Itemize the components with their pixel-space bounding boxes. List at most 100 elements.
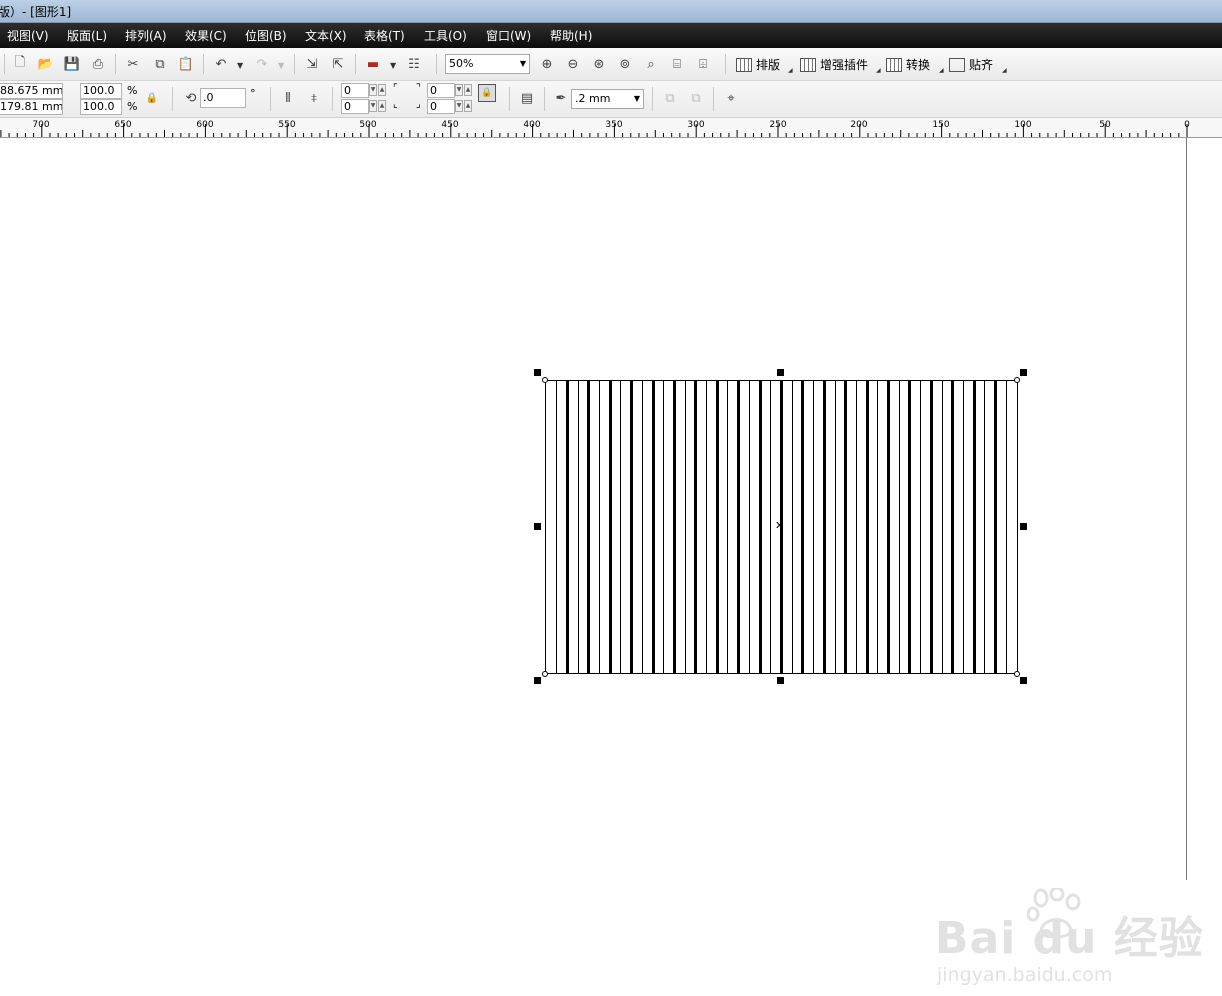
snap-plugin-button[interactable]: 贴齐 xyxy=(949,56,993,73)
corner-lock-icon[interactable]: 🔒 xyxy=(478,84,496,102)
convert-plugin-button[interactable]: 转换 xyxy=(886,56,930,73)
cut-icon[interactable]: ✂ xyxy=(123,54,143,74)
application-launcher-icon[interactable]: ▬ xyxy=(363,54,383,74)
zoom-in-icon[interactable]: ⊕ xyxy=(537,54,557,74)
property-bar: 88.675 mm 179.81 mm 100.0 100.0 % % 🔒 ⟲ … xyxy=(0,81,1222,118)
corner-bottom-left-field[interactable]: 0 xyxy=(341,99,369,114)
drawing-canvas[interactable]: ✕ Bai du 经验 jingyan.baidu.com xyxy=(0,138,1222,986)
stripe-line xyxy=(855,381,857,673)
to-back-icon[interactable]: ⧉ xyxy=(686,88,706,108)
ruler-label: 0 xyxy=(1184,120,1190,130)
save-icon[interactable]: 💾 xyxy=(62,54,82,74)
selection-handle-top-right[interactable] xyxy=(1020,369,1027,376)
stripe-line xyxy=(748,381,750,673)
corner-node[interactable] xyxy=(542,671,548,677)
menu-help[interactable]: 帮助(H) xyxy=(550,27,592,44)
corner-node[interactable] xyxy=(542,377,548,383)
stripe-line xyxy=(962,381,964,673)
stripe-line xyxy=(994,381,998,673)
corner-tl-spin-up-icon[interactable]: ▲ xyxy=(378,84,386,96)
undo-dropdown-icon[interactable]: ▼ xyxy=(237,61,243,70)
object-width-field[interactable]: 88.675 mm xyxy=(0,83,63,99)
outline-width-combobox[interactable]: .2 mm ▼ xyxy=(571,89,644,109)
stripe-line xyxy=(1005,381,1007,673)
wrap-paragraph-text-icon[interactable]: ▤ xyxy=(517,88,537,108)
corner-br-spin-down-icon[interactable]: ▼ xyxy=(455,100,463,112)
rotate-icon[interactable]: ⟲ xyxy=(181,88,201,108)
zoom-page-icon[interactable]: ⌕ xyxy=(641,54,661,74)
enhance-plugin-button[interactable]: 增强插件 xyxy=(800,56,868,73)
horizontal-ruler[interactable]: 700 650 600 550 500 450 400 350 300 250 … xyxy=(0,118,1222,138)
convert-plugin-icon xyxy=(886,57,902,72)
selection-handle-right[interactable] xyxy=(1020,523,1027,530)
paste-icon[interactable]: 📋 xyxy=(176,54,196,74)
menu-view[interactable]: 视图(V) xyxy=(7,27,49,44)
copy-icon[interactable]: ⧉ xyxy=(150,54,170,74)
zoom-selected-icon[interactable]: ⊛ xyxy=(589,54,609,74)
corner-br-spin-up-icon[interactable]: ▲ xyxy=(464,100,472,112)
corner-tl-spin-down-icon[interactable]: ▼ xyxy=(369,84,377,96)
stripe-line xyxy=(941,381,943,673)
undo-icon[interactable]: ↶ xyxy=(211,54,231,74)
corner-node[interactable] xyxy=(1014,377,1020,383)
corner-bl-spin-down-icon[interactable]: ▼ xyxy=(369,100,377,112)
menu-text[interactable]: 文本(X) xyxy=(305,27,347,44)
page-border xyxy=(1186,138,1187,880)
stripe-line xyxy=(877,381,879,673)
launcher-dropdown-icon[interactable]: ▼ xyxy=(390,61,396,70)
corner-bl-spin-up-icon[interactable]: ▲ xyxy=(378,100,386,112)
import-icon[interactable]: ⇲ xyxy=(302,54,322,74)
object-height-field[interactable]: 179.81 mm xyxy=(0,99,63,115)
menu-bitmaps[interactable]: 位图(B) xyxy=(245,27,287,44)
open-icon[interactable]: 📂 xyxy=(36,54,56,74)
selection-handle-bottom[interactable] xyxy=(777,677,784,684)
zoom-combobox[interactable]: 50% ▼ xyxy=(445,54,530,74)
zoom-out-icon[interactable]: ⊖ xyxy=(563,54,583,74)
scale-y-field[interactable]: 100.0 xyxy=(80,99,122,115)
corner-top-right-field[interactable]: 0 xyxy=(427,83,455,98)
convert-plugin-dropdown-icon[interactable]: ◢ xyxy=(939,67,944,74)
layout-plugin-button[interactable]: 排版 xyxy=(736,56,780,73)
enhance-plugin-dropdown-icon[interactable]: ◢ xyxy=(876,67,881,74)
menu-bar: 视图(V) 版面(L) 排列(A) 效果(C) 位图(B) 文本(X) 表格(T… xyxy=(0,23,1222,48)
menu-table[interactable]: 表格(T) xyxy=(364,27,405,44)
enhance-plugin-label: 增强插件 xyxy=(820,58,869,72)
menu-tools[interactable]: 工具(O) xyxy=(424,27,467,44)
to-front-icon[interactable]: ⧉ xyxy=(660,88,680,108)
menu-effects[interactable]: 效果(C) xyxy=(185,27,227,44)
mirror-vertical-icon[interactable]: ⧧ xyxy=(304,88,324,108)
selection-handle-bottom-left[interactable] xyxy=(534,677,541,684)
corner-bottom-right-field[interactable]: 0 xyxy=(427,99,455,114)
zoom-height-icon[interactable]: ⌹ xyxy=(693,54,713,74)
zoom-width-icon[interactable]: ⌸ xyxy=(667,54,687,74)
rotation-angle-field[interactable]: .0 xyxy=(200,88,246,108)
selection-handle-top[interactable] xyxy=(777,369,784,376)
scale-x-field[interactable]: 100.0 xyxy=(80,83,122,99)
redo-dropdown-icon[interactable]: ▼ xyxy=(278,61,284,70)
zoom-all-objects-icon[interactable]: ⊚ xyxy=(615,54,635,74)
lock-ratio-icon[interactable]: 🔒 xyxy=(142,88,162,108)
selection-handle-top-left[interactable] xyxy=(534,369,541,376)
corner-tr-spin-up-icon[interactable]: ▲ xyxy=(464,84,472,96)
menu-arrange[interactable]: 排列(A) xyxy=(125,27,167,44)
menu-window[interactable]: 窗口(W) xyxy=(486,27,531,44)
snap-plugin-dropdown-icon[interactable]: ◢ xyxy=(1002,67,1007,74)
redo-icon[interactable]: ↷ xyxy=(252,54,272,74)
selection-handle-left[interactable] xyxy=(534,523,541,530)
selection-handle-bottom-right[interactable] xyxy=(1020,677,1027,684)
stripe-line xyxy=(599,381,601,673)
stripe-line xyxy=(684,381,686,673)
corner-node[interactable] xyxy=(1014,671,1020,677)
menu-layout[interactable]: 版面(L) xyxy=(67,27,107,44)
mirror-horizontal-icon[interactable]: ⫴ xyxy=(278,88,298,108)
new-document-icon[interactable]: 🗋 xyxy=(10,54,30,74)
stripe-line xyxy=(715,381,719,673)
layout-plugin-dropdown-icon[interactable]: ◢ xyxy=(788,67,793,74)
corner-tr-spin-down-icon[interactable]: ▼ xyxy=(455,84,463,96)
export-icon[interactable]: ⇱ xyxy=(328,54,348,74)
corner-top-left-field[interactable]: 0 xyxy=(341,83,369,98)
print-icon[interactable]: ⎙ xyxy=(88,54,108,74)
options-icon[interactable]: ☷ xyxy=(404,54,424,74)
convert-to-curves-icon[interactable]: ⌖ xyxy=(721,88,741,108)
outline-pen-icon[interactable]: ✒ xyxy=(551,88,571,108)
